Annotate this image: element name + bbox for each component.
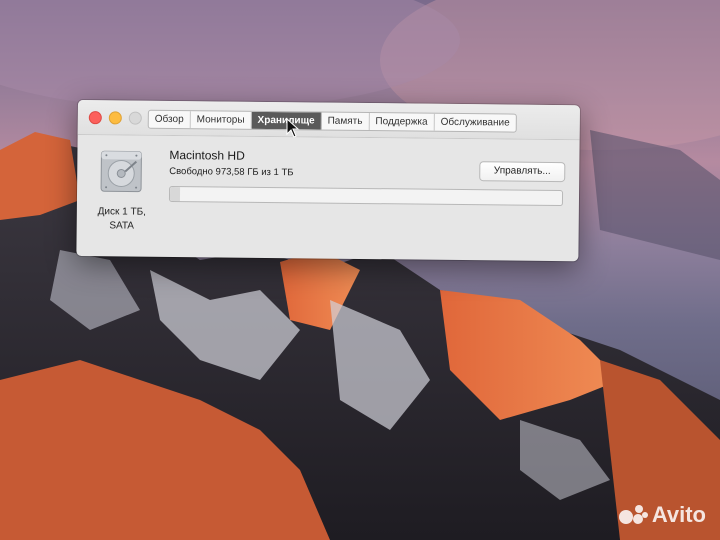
- watermark-text: Avito: [651, 502, 706, 527]
- minimize-button[interactable]: [108, 111, 122, 125]
- segmented-tab-bar: Обзор Мониторы Хранилище Память Поддержк…: [147, 109, 517, 133]
- zoom-button[interactable]: [128, 111, 142, 125]
- system-info-window: Обзор Мониторы Хранилище Память Поддержк…: [76, 100, 580, 262]
- tab-overview[interactable]: Обзор: [148, 110, 191, 129]
- volume-name: Macintosh HD: [169, 147, 245, 163]
- watermark: Avito: [618, 502, 706, 528]
- mouse-pointer-icon: [286, 118, 300, 138]
- desktop-background: Обзор Мониторы Хранилище Память Поддержк…: [0, 0, 720, 540]
- window-titlebar[interactable]: Обзор Мониторы Хранилище Память Поддержк…: [77, 100, 580, 141]
- disk-capacity-label: Диск 1 ТБ,: [97, 206, 147, 218]
- disk-caption: Диск 1 ТБ, SATA: [87, 205, 157, 234]
- manage-button[interactable]: Управлять...: [479, 161, 566, 183]
- sierra-mountain-wallpaper: [0, 0, 720, 540]
- avito-logo-icon: [618, 505, 648, 524]
- hard-drive-icon: [100, 150, 142, 193]
- tab-service[interactable]: Обслуживание: [435, 114, 516, 132]
- storage-usage-bar: [168, 185, 564, 207]
- storage-usage-fill: [169, 186, 181, 202]
- storage-panel: Диск 1 ТБ, SATA Macintosh HD Свободно 97…: [76, 135, 579, 260]
- tab-memory[interactable]: Память: [321, 112, 370, 131]
- disk-interface-label: SATA: [109, 220, 135, 232]
- free-space-text: Свободно 973,58 ГБ из 1 ТБ: [169, 165, 294, 179]
- close-button[interactable]: [88, 111, 102, 125]
- tab-displays[interactable]: Мониторы: [190, 111, 252, 129]
- tab-support[interactable]: Поддержка: [369, 113, 435, 131]
- window-controls: [88, 111, 142, 125]
